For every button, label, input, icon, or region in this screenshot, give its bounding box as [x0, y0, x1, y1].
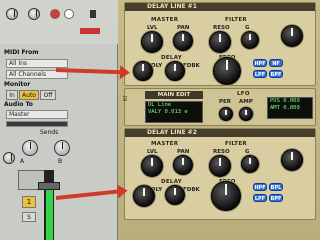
audio-to-label: Audio To — [4, 101, 33, 108]
level-meter — [46, 186, 53, 240]
lfo-label: LFO — [237, 91, 250, 97]
mixer-strip: MIDI From All Ins All Channels Monitor I… — [0, 0, 118, 240]
pos-label: POS — [270, 98, 280, 104]
lfo-amp-knob[interactable] — [239, 107, 253, 121]
gain-knob-2[interactable] — [241, 155, 259, 173]
amp-label: AMP — [239, 99, 253, 105]
fdbk-label: FDBK — [183, 63, 200, 69]
lfo-display[interactable]: POS 0.000 AMT 0.000 — [267, 97, 313, 119]
nf-button[interactable]: NF — [269, 59, 283, 67]
amt-label: AMT — [270, 105, 280, 111]
hpf-button[interactable]: HPF — [253, 59, 267, 67]
lvl-knob-2[interactable] — [141, 155, 163, 177]
monitor-label: Monitor — [4, 81, 31, 88]
bpf-button-2[interactable]: BPF — [269, 194, 283, 202]
pan-knob-1[interactable] — [173, 31, 193, 51]
extra-knob[interactable] — [281, 25, 303, 47]
dly-knob-2[interactable] — [133, 185, 155, 207]
reso-knob[interactable] — [209, 31, 231, 53]
monitor-icon[interactable] — [64, 9, 74, 19]
midi-from-label: MIDI From — [4, 49, 39, 56]
bpf-button[interactable]: BPF — [269, 70, 283, 78]
reso-knob-2[interactable] — [209, 155, 231, 177]
audio-to-channel-select[interactable] — [6, 121, 68, 127]
lcd-line-1: DL Line — [148, 102, 172, 108]
lpf-button-2[interactable]: LPF — [253, 194, 267, 202]
volume-knob[interactable] — [6, 8, 18, 20]
solo-button[interactable]: S — [22, 212, 36, 222]
fdbk-knob-2[interactable] — [165, 185, 185, 205]
device-icon — [90, 10, 96, 18]
pan-knob[interactable] — [28, 8, 40, 20]
send-b-knob[interactable] — [54, 140, 70, 156]
bpl-button-2[interactable]: BPL — [269, 183, 283, 191]
master-section-label: MASTER — [151, 17, 179, 23]
pan-knob-small[interactable] — [3, 152, 15, 164]
main-edit-title: MAIN EDIT — [145, 91, 203, 99]
delay-section-label: DELAY — [161, 55, 183, 61]
sends-label: Sends — [40, 129, 59, 136]
lvl-knob[interactable] — [141, 31, 163, 53]
hpf-button-2[interactable]: HPF — [253, 183, 267, 191]
master-section-label-2: MASTER — [151, 141, 179, 147]
per-label: PER — [219, 99, 232, 105]
record-icon[interactable] — [50, 9, 60, 19]
freq-knob[interactable] — [213, 57, 241, 85]
delay-section-label-2: DELAY — [161, 179, 183, 185]
gain-knob[interactable] — [241, 31, 259, 49]
volume-fader[interactable] — [38, 182, 60, 190]
fdbk-label-2: FDBK — [183, 187, 200, 193]
fdbk-knob[interactable] — [165, 61, 185, 81]
delay-plugin: DELAY LINE #1 MASTER FILTER LVL PAN RESO… — [118, 0, 320, 240]
extra-knob-2[interactable] — [281, 149, 303, 171]
monitor-off-button[interactable]: Off — [40, 90, 56, 100]
clip-indicator — [80, 28, 100, 34]
freq-knob-2[interactable] — [211, 181, 241, 211]
filter-section-label-2: FILTER — [225, 141, 247, 147]
link-icon[interactable]: ⌸ — [123, 95, 127, 104]
screen: { "mixer": { "midi_from_label": "MIDI Fr… — [0, 0, 320, 240]
lpf-button[interactable]: LPF — [253, 70, 267, 78]
send-b-label: B — [58, 158, 63, 165]
monitor-auto-button[interactable]: Auto — [19, 90, 39, 100]
track-activator-button[interactable]: 1 — [22, 196, 36, 208]
main-edit-panel: ⌸ MAIN EDIT DL Line VALY 0.013 e LFO PER… — [123, 88, 316, 126]
filter-section-label: FILTER — [225, 17, 247, 23]
pan-knob-2[interactable] — [173, 155, 193, 175]
delay-line-1-title: DELAY LINE #1 — [125, 3, 315, 11]
lcd-line-2: VALY 0.013 e — [148, 109, 188, 115]
delay-line-2-title: DELAY LINE #2 — [125, 129, 315, 137]
delay-line-2-panel: DELAY LINE #2 MASTER FILTER LVL PAN RESO… — [124, 128, 316, 220]
send-a-label: A — [20, 158, 25, 165]
midi-from-select[interactable]: All Ins — [6, 59, 68, 68]
pos-value: 0.000 — [283, 98, 300, 104]
audio-to-select[interactable]: Master — [6, 110, 68, 119]
amt-value: 0.000 — [283, 105, 300, 111]
monitor-in-button[interactable]: In — [6, 90, 18, 100]
channel-header — [0, 0, 118, 44]
lfo-per-knob[interactable] — [219, 107, 233, 121]
delay-line-1-panel: DELAY LINE #1 MASTER FILTER LVL PAN RESO… — [124, 2, 316, 86]
dly-knob[interactable] — [133, 61, 153, 81]
main-edit-display[interactable]: DL Line VALY 0.013 e — [145, 101, 203, 123]
send-a-knob[interactable] — [22, 140, 38, 156]
